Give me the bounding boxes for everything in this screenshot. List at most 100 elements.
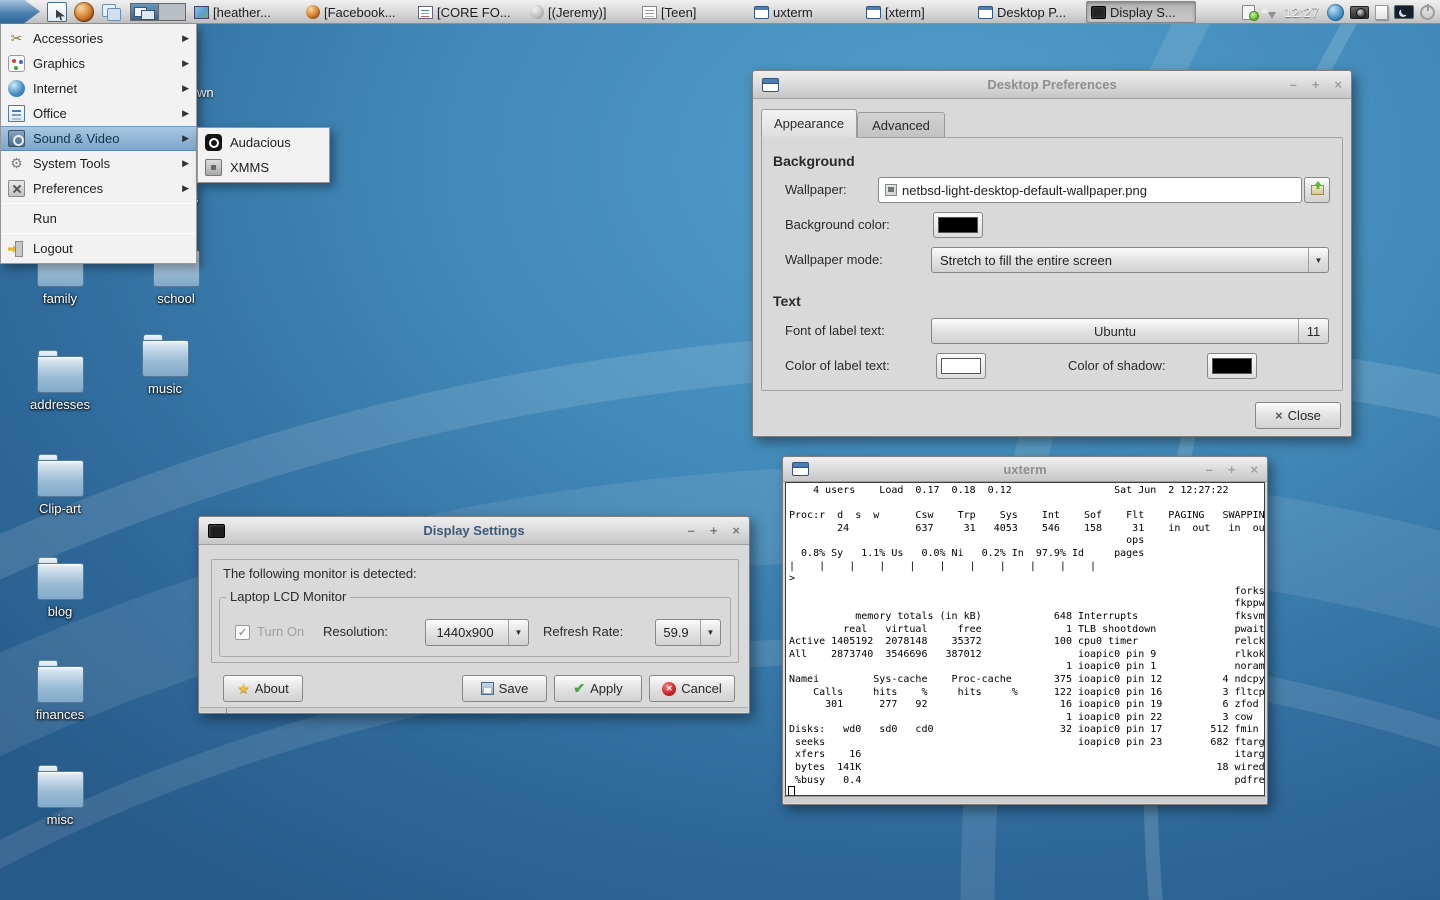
minimize-icon[interactable]: – [688,518,695,544]
desktop-icon-clip-art[interactable]: Clip-art [12,460,108,516]
tab-appearance[interactable]: Appearance [761,109,857,138]
photo-icon [194,6,209,19]
task-button-core[interactable]: [CORE FO... [414,1,524,23]
desktop-icon-blog[interactable]: blog [12,563,108,619]
tab-advanced[interactable]: Advanced [857,112,945,138]
uxterm-titlebar[interactable]: uxterm – + × [783,457,1267,482]
minimize-icon[interactable]: – [1206,458,1213,481]
close-button[interactable]: × Close [1255,402,1341,429]
task-button-xterm[interactable]: [xterm] [862,1,972,23]
maximize-icon[interactable]: + [1228,458,1236,481]
task-button-desktop-preferences[interactable]: Desktop P... [974,1,1084,23]
menu-item-label: Preferences [33,181,103,196]
apply-button[interactable]: ✔ Apply [554,675,642,702]
wallpaper-mode-select[interactable]: Stretch to fill the entire screen ▼ [931,247,1329,273]
menu-item-accessories[interactable]: ✂ Accessories ▶ [1,26,196,51]
desktop-preferences-title: Desktop Preferences [793,77,1311,92]
terminal-output[interactable]: 4 users Load 0.17 0.18 0.12 Sat Jun 2 12… [785,482,1265,796]
menu-separator [2,233,195,234]
task-button-facebook[interactable]: [Facebook... [302,1,412,23]
uxterm-title: uxterm [823,462,1227,477]
menu-item-logout[interactable]: Logout [1,236,196,261]
about-button[interactable]: ★ About [223,675,303,702]
web-browser-launcher-icon[interactable] [74,2,94,22]
task-label: Display S... [1110,5,1176,20]
menu-item-sound-video[interactable]: Sound & Video ▶ [1,126,196,151]
close-icon[interactable]: × [1334,72,1342,98]
file-manager-launcher-icon[interactable] [47,2,67,22]
status-green-dot [1249,11,1259,21]
folder-icon [37,771,84,808]
desktop-preferences-titlebar[interactable]: Desktop Preferences – + × [753,71,1351,99]
task-label: [Facebook... [324,5,396,20]
desktop-icon-misc[interactable]: misc [12,771,108,827]
system-tools-gear-icon: ⚙ [8,155,25,172]
turn-on-checkbox[interactable]: ✓ [235,625,250,640]
cancel-button[interactable]: ✕ Cancel [649,675,735,702]
submenu-item-audacious[interactable]: Audacious [198,130,329,155]
window-resize-strip[interactable] [784,796,1266,803]
window-resize-strip[interactable] [200,707,748,712]
submenu-item-xmms[interactable]: XMMS [198,155,329,180]
task-button-display-settings[interactable]: Display S... [1086,1,1196,23]
close-icon[interactable]: × [732,518,740,544]
save-button[interactable]: Save [462,675,547,702]
maximize-icon[interactable]: + [710,518,718,544]
cancel-icon: ✕ [662,682,676,696]
screensaver-moon-icon[interactable] [1394,5,1414,19]
menu-item-preferences[interactable]: Preferences ▶ [1,176,196,201]
refresh-rate-select[interactable]: 59.9 ▼ [655,619,721,646]
label-text-color-swatch[interactable] [936,353,986,379]
window-icon [754,6,769,19]
about-label: About [255,681,289,696]
turn-on-label: Turn On [257,619,304,645]
desktop-icon-finances[interactable]: finances [12,666,108,722]
text-section-heading: Text [773,293,801,309]
wallpaper-filename: netbsd-light-desktop-default-wallpaper.p… [902,183,1147,198]
notes-tray-icon[interactable] [1375,5,1388,20]
clipboard-tray-icon[interactable] [1242,5,1255,20]
start-menu-button[interactable] [0,0,40,24]
task-button-heather[interactable]: [heather... [190,1,300,23]
menu-item-run[interactable]: Run [1,206,196,231]
menu-item-graphics[interactable]: Graphics ▶ [1,51,196,76]
task-button-uxterm[interactable]: uxterm [750,1,860,23]
iconify-windows-icon[interactable] [101,2,121,22]
folder-icon [37,356,84,393]
browse-wallpaper-button[interactable] [1304,177,1330,203]
globe-tray-icon[interactable] [1327,4,1344,21]
minimize-icon[interactable]: – [1290,72,1297,98]
font-size: 11 [1298,319,1328,343]
workspace-1-cell[interactable] [131,4,158,20]
close-icon[interactable]: × [1250,458,1258,481]
workspace-2-cell[interactable] [158,4,185,20]
task-label: [Teen] [661,5,696,20]
task-button-teen[interactable]: [Teen] [638,1,748,23]
screenshot-camera-icon[interactable] [1350,6,1369,19]
workspace-pager[interactable] [130,3,186,21]
desktop-icon-label: finances [12,707,108,722]
background-color-swatch[interactable] [933,212,983,238]
power-icon[interactable] [1420,5,1435,20]
resolution-select[interactable]: 1440x900 ▼ [425,619,529,646]
maximize-icon[interactable]: + [1312,72,1320,98]
desktop-icon-music[interactable]: music [117,340,213,396]
shadow-color-swatch[interactable] [1207,353,1257,379]
display-settings-titlebar[interactable]: Display Settings – + × [199,517,749,545]
menu-item-internet[interactable]: Internet ▶ [1,76,196,101]
clock[interactable]: 12:27 [1284,4,1319,20]
menu-item-system-tools[interactable]: ⚙ System Tools ▶ [1,151,196,176]
uxterm-window: uxterm – + × 4 users Load 0.17 0.18 0.12… [782,456,1268,805]
monitor-detected-text: The following monitor is detected: [223,561,417,587]
desktop-icon-addresses[interactable]: addresses [12,356,108,412]
wallpaper-label: Wallpaper: [785,177,847,203]
folder-icon [142,340,189,377]
menu-item-office[interactable]: Office ▶ [1,101,196,126]
network-arrows-icon[interactable] [1261,4,1276,21]
open-file-icon [1311,185,1324,195]
task-button-jeremy[interactable]: [(Jeremy)] [526,1,636,23]
desktop-icon-label: blog [12,604,108,619]
font-picker-button[interactable]: Ubuntu 11 [931,318,1329,344]
wallpaper-path-field[interactable]: netbsd-light-desktop-default-wallpaper.p… [878,177,1302,203]
chevron-down-icon: ▼ [508,620,528,645]
